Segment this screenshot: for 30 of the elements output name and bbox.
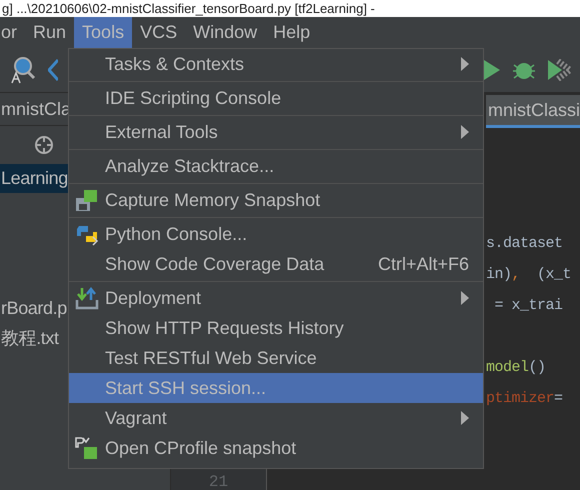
run-coverage-icon[interactable] bbox=[548, 59, 572, 81]
menu-item[interactable]: Python Console... bbox=[69, 219, 483, 249]
locate-icon[interactable] bbox=[34, 135, 54, 155]
code-line: = x_trai bbox=[494, 297, 563, 314]
menu-item[interactable]: Capture Memory Snapshot bbox=[69, 185, 483, 215]
menu-item[interactable]: Vagrant bbox=[69, 403, 483, 433]
editor-tab[interactable]: mnistClassi bbox=[486, 95, 580, 128]
menu-item[interactable]: Analyze Stacktrace... bbox=[69, 151, 483, 181]
window-title: g] ...\20210606\02-mnistClassifier_tensorBoard.py [tf2Learning] - bbox=[1, 1, 375, 16]
menu-item[interactable]: Deployment bbox=[69, 283, 483, 313]
menu-item[interactable]: Tasks & Contexts bbox=[69, 49, 483, 79]
menu-item[interactable]: VCS bbox=[132, 17, 186, 48]
deploy-arrows-icon bbox=[75, 286, 99, 310]
floppy-disk-icon bbox=[75, 188, 99, 212]
profile-chip-icon bbox=[75, 436, 99, 460]
code-line: ptimizer= bbox=[486, 390, 563, 407]
menu-item[interactable]: Run bbox=[25, 17, 74, 48]
menu-item[interactable]: Help bbox=[265, 17, 318, 48]
menu-item[interactable]: Test RESTful Web Service bbox=[69, 343, 483, 373]
menu-item[interactable]: Show HTTP Requests History bbox=[69, 313, 483, 343]
menu-item[interactable]: or bbox=[0, 17, 26, 48]
code-line: in), (x_t bbox=[486, 266, 572, 283]
code-line: model() bbox=[486, 359, 546, 376]
menu-item[interactable]: External Tools bbox=[69, 117, 483, 147]
code-line: s.dataset bbox=[486, 235, 563, 252]
menu-item[interactable]: Show Code Coverage Data Ctrl+Alt+F6 bbox=[69, 249, 483, 279]
menu-item[interactable]: Open CProfile snapshot bbox=[69, 433, 483, 463]
menu-item[interactable]: IDE Scripting Console bbox=[69, 83, 483, 113]
menu-item[interactable]: Window bbox=[185, 17, 266, 48]
find-action-icon[interactable] bbox=[10, 56, 36, 84]
